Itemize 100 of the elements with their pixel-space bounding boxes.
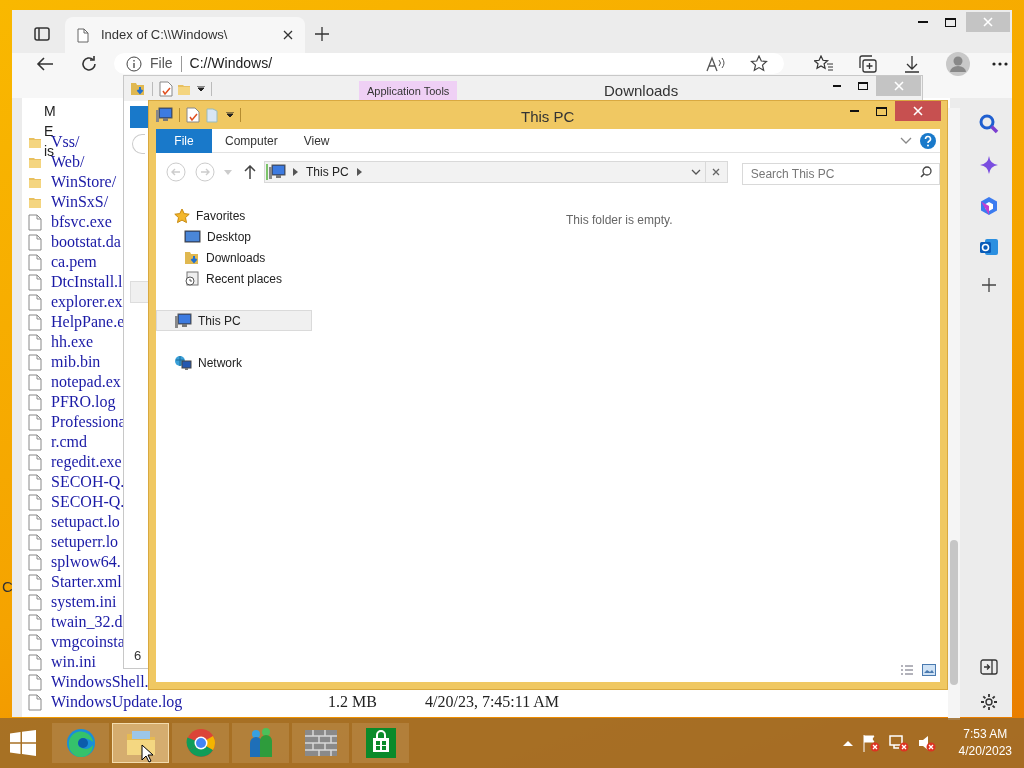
file-icon (28, 673, 42, 691)
add-icon[interactable] (982, 278, 996, 292)
hexagon-icon[interactable] (980, 196, 998, 216)
file-icon (28, 293, 42, 311)
file-date: 4/20/23, 7:45:11 AM (425, 692, 560, 712)
close-icon[interactable] (283, 30, 293, 40)
collections-icon[interactable] (858, 54, 878, 73)
file-icon (28, 333, 42, 351)
properties-icon[interactable] (159, 80, 173, 97)
clock-time[interactable]: 7:53 AM (963, 726, 1008, 743)
downloads-folder-icon (184, 249, 200, 266)
file-icon (28, 493, 42, 511)
empty-folder-message: This folder is empty. (566, 212, 673, 229)
address-bar[interactable]: This PC (264, 161, 706, 183)
nav-item[interactable]: Favorites (156, 205, 312, 226)
nav-item[interactable]: Downloads (156, 247, 312, 268)
browser-icon (65, 728, 96, 758)
window-title: Downloads (604, 81, 679, 101)
computer-icon (266, 164, 286, 180)
ribbon-tab[interactable]: File (156, 128, 212, 153)
ribbon-tab[interactable]: View (290, 128, 343, 153)
desktop-text: C (2, 577, 13, 597)
flag-alert-icon[interactable] (861, 734, 880, 752)
clock-date[interactable]: 4/20/2023 (958, 743, 1012, 760)
back-icon[interactable] (36, 55, 54, 72)
document-icon (77, 27, 89, 43)
browser-icon (185, 728, 216, 758)
file-icon (28, 313, 42, 331)
up-icon[interactable] (244, 165, 256, 179)
show-hidden-icons-icon[interactable] (842, 740, 853, 746)
browser-tab[interactable]: Index of C:\\Windows\ (65, 17, 305, 53)
downloads-folder-icon (130, 80, 146, 97)
taskbar-button[interactable] (172, 723, 229, 763)
ribbon-tab[interactable]: Computer (212, 128, 291, 153)
file-tab[interactable] (130, 106, 150, 128)
refresh-icon[interactable] (80, 54, 98, 73)
chevron-icon[interactable] (356, 168, 362, 176)
favorites-icon[interactable] (814, 54, 834, 73)
folder-icon (28, 155, 42, 169)
clear-button[interactable] (706, 161, 728, 183)
new-tab-icon[interactable] (315, 27, 329, 41)
file-icon (28, 593, 42, 611)
recent-places-icon (184, 270, 200, 287)
file-icon (28, 553, 42, 571)
network-alert-icon[interactable] (888, 734, 909, 752)
address-bar[interactable]: File C://Windows/ (114, 53, 784, 74)
file-icon (28, 393, 42, 411)
file-icon (28, 233, 42, 251)
close-icon (913, 106, 923, 116)
people-icon (247, 727, 274, 759)
folder-icon (28, 175, 42, 189)
file-icon (28, 613, 42, 631)
breadcrumb-item[interactable]: This PC (306, 163, 349, 181)
close-icon (712, 168, 721, 176)
avatar-icon[interactable] (946, 51, 970, 76)
large-icons-view-icon[interactable] (922, 664, 936, 676)
file-icon (28, 213, 42, 231)
dropdown-icon[interactable] (226, 112, 234, 118)
nav-item[interactable]: Network (156, 352, 312, 373)
settings-icon[interactable] (980, 693, 998, 711)
chevron-icon (293, 168, 298, 176)
help-icon[interactable] (920, 132, 936, 149)
scrollbar-thumb[interactable] (950, 540, 958, 685)
sidebar-panel-icon[interactable] (980, 659, 998, 675)
file-icon (28, 573, 42, 591)
taskbar-button[interactable] (52, 723, 109, 763)
sparkle-icon[interactable] (980, 156, 998, 174)
scrollbar[interactable] (948, 108, 960, 720)
volume-muted-icon[interactable] (917, 734, 936, 752)
start-icon[interactable] (10, 730, 36, 756)
taskbar-button[interactable] (352, 723, 409, 763)
mouse-cursor-icon (141, 744, 153, 763)
search-field[interactable]: Search This PC (741, 163, 940, 185)
favorite-icon[interactable] (750, 54, 768, 73)
more-icon[interactable] (992, 61, 1008, 66)
properties-icon[interactable] (186, 107, 200, 123)
dropdown-icon[interactable] (197, 85, 205, 92)
file-icon (28, 273, 42, 291)
tab-title: Index of C:\\Windows\ (101, 26, 228, 45)
mail-icon[interactable] (979, 238, 999, 256)
download-icon[interactable] (904, 54, 920, 73)
folder-icon (28, 135, 42, 149)
close-icon (983, 17, 993, 27)
nav-item[interactable]: Recent places (156, 268, 312, 289)
expand-ribbon-icon[interactable] (900, 136, 912, 145)
nav-item[interactable]: Desktop (156, 226, 312, 247)
folder-icon (28, 195, 42, 209)
read-aloud-icon[interactable] (706, 55, 726, 72)
dropdown-icon[interactable] (691, 169, 701, 175)
nav-item[interactable]: This PC (156, 310, 312, 331)
sidebar-toggle-icon[interactable] (34, 27, 50, 41)
contextual-tab[interactable]: Application Tools (359, 81, 458, 101)
search-icon[interactable] (920, 166, 932, 178)
search-icon[interactable] (979, 114, 999, 134)
file-icon (28, 693, 42, 711)
store-icon (365, 728, 396, 758)
file-icon (28, 633, 42, 651)
taskbar-button[interactable] (112, 723, 169, 763)
address-text: C://Windows/ (189, 54, 273, 73)
close-icon (893, 81, 904, 91)
